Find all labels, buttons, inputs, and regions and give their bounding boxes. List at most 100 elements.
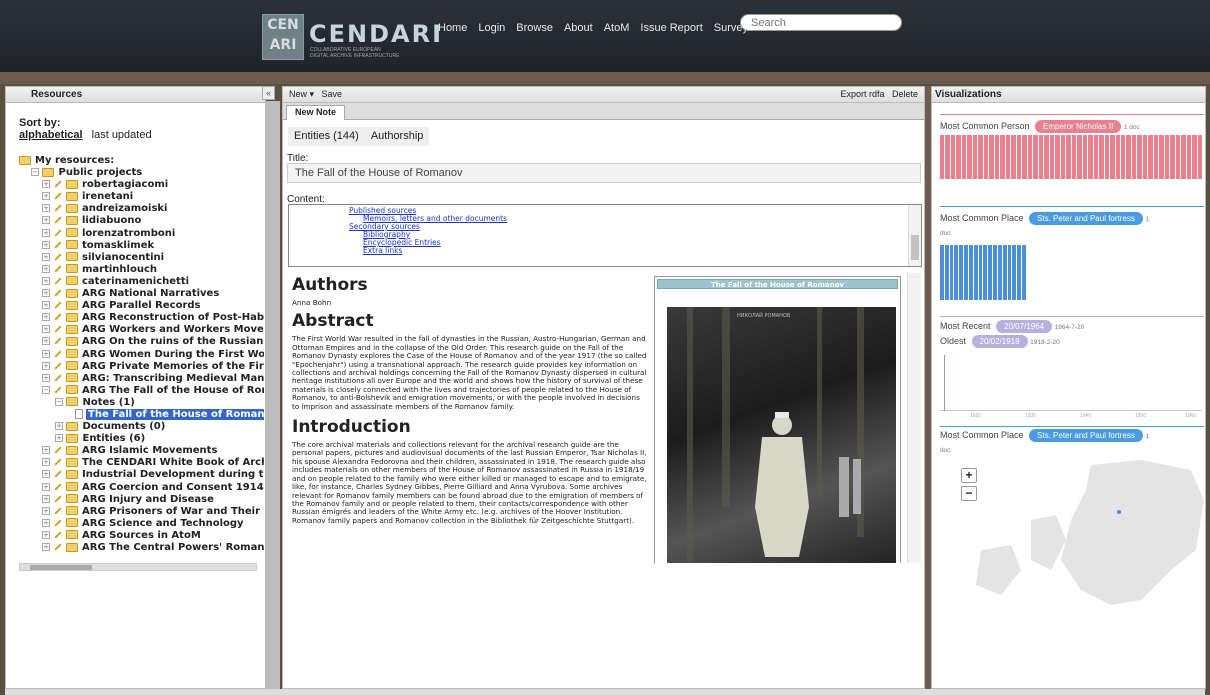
tree-node[interactable]: + ARG Sources in AtoM <box>19 530 264 542</box>
expand-toggle-icon[interactable]: + <box>42 313 50 322</box>
expand-toggle-icon[interactable]: + <box>42 349 50 358</box>
edit-pencil-icon[interactable] <box>54 313 62 321</box>
expand-toggle-icon[interactable]: + <box>42 301 50 310</box>
export-rdfa-button[interactable]: Export rdfa <box>840 89 884 99</box>
edit-pencil-icon[interactable] <box>54 531 62 539</box>
tree-node[interactable]: + silvianocentini <box>19 252 264 264</box>
expand-toggle-icon[interactable]: + <box>42 252 50 261</box>
edit-pencil-icon[interactable] <box>54 253 62 261</box>
edit-pencil-icon[interactable] <box>54 470 62 478</box>
sort-alphabetical-link[interactable]: alphabetical <box>19 129 83 141</box>
edit-pencil-icon[interactable] <box>54 374 62 382</box>
toc-link[interactable]: Secondary sources <box>349 223 921 231</box>
tree-node[interactable]: + ARG Injury and Disease <box>19 494 264 506</box>
expand-toggle-icon[interactable]: + <box>42 446 50 455</box>
figure-box[interactable]: The Fall of the House of Romanov НИКОЛАЙ… <box>654 276 901 563</box>
edit-pencil-icon[interactable] <box>54 337 62 345</box>
tree-node[interactable]: + ARG Reconstruction of Post-Habsbu <box>19 312 264 324</box>
expand-toggle-icon[interactable]: + <box>42 458 50 467</box>
tree-node[interactable]: + robertagiacomi <box>19 179 264 191</box>
zoom-in-button[interactable]: + <box>961 468 977 483</box>
collapse-panel-icon[interactable]: « <box>262 86 275 100</box>
europe-map[interactable]: + − <box>941 460 1204 605</box>
edit-pencil-icon[interactable] <box>54 192 62 200</box>
expand-toggle-icon[interactable]: − <box>55 397 63 406</box>
person-badge[interactable]: Emperor Nicholas II <box>1035 120 1122 133</box>
tree-node[interactable]: − Public projects <box>19 167 264 179</box>
expand-toggle-icon[interactable]: + <box>42 204 50 213</box>
edit-pencil-icon[interactable] <box>54 519 62 527</box>
tab-new-note[interactable]: New Note <box>286 105 346 120</box>
expand-toggle-icon[interactable]: − <box>42 385 50 394</box>
nav-home[interactable]: Home <box>438 22 467 34</box>
edit-pencil-icon[interactable] <box>54 204 62 212</box>
tree-node[interactable]: + ARG: Transcribing Medieval Manusc <box>19 373 264 385</box>
new-menu-button[interactable]: New ▾ <box>289 89 314 99</box>
nav-login[interactable]: Login <box>478 22 505 34</box>
expand-toggle-icon[interactable]: + <box>42 506 50 515</box>
tree-node[interactable]: + irenetani <box>19 191 264 203</box>
expand-toggle-icon[interactable]: + <box>42 192 50 201</box>
edit-pencil-icon[interactable] <box>54 495 62 503</box>
edit-pencil-icon[interactable] <box>54 362 62 370</box>
tree-node[interactable]: + ARG Parallel Records <box>19 300 264 312</box>
expand-toggle-icon[interactable]: − <box>31 168 39 177</box>
edit-pencil-icon[interactable] <box>54 446 62 454</box>
recent-badge[interactable]: 20/07/1964 <box>996 320 1053 333</box>
expand-toggle-icon[interactable]: + <box>42 361 50 370</box>
edit-pencil-icon[interactable] <box>54 325 62 333</box>
tree-node[interactable]: + andreizamoiski <box>19 203 264 215</box>
expand-toggle-icon[interactable]: + <box>42 216 50 225</box>
nav-issue-report[interactable]: Issue Report <box>640 22 702 34</box>
tree-node[interactable]: + tomasklimek <box>19 240 264 252</box>
tree-node[interactable]: + ARG Workers and Workers Moveme <box>19 324 264 336</box>
toc-link[interactable]: Bibliography <box>363 231 921 239</box>
tree-node[interactable]: + ARG On the ruins of the Russian Em <box>19 336 264 348</box>
edit-pencil-icon[interactable] <box>54 458 62 466</box>
expand-toggle-icon[interactable]: + <box>42 482 50 491</box>
note-body[interactable]: Authors Anna Bohn Abstract The First Wor… <box>288 273 922 563</box>
delete-button[interactable]: Delete <box>892 89 918 99</box>
place-badge[interactable]: Sts. Peter and Paul fortress <box>1029 212 1143 225</box>
expand-toggle-icon[interactable]: + <box>42 494 50 503</box>
expand-toggle-icon[interactable]: + <box>42 240 50 249</box>
nav-browse[interactable]: Browse <box>516 22 553 34</box>
expand-toggle-icon[interactable]: + <box>42 264 50 273</box>
nav-about[interactable]: About <box>564 22 593 34</box>
toc-link[interactable]: Encyclopedic Entries <box>363 239 921 247</box>
toc-link[interactable]: Extra links <box>363 247 921 255</box>
cendari-logo-icon[interactable]: CEN ARI <box>262 14 304 60</box>
tab-authorship[interactable]: Authorship <box>365 127 430 146</box>
sort-last-updated-link[interactable]: last updated <box>92 129 152 141</box>
tree-node[interactable]: + ARG Women During the First World <box>19 349 264 361</box>
expand-toggle-icon[interactable]: + <box>42 470 50 479</box>
expand-toggle-icon[interactable]: + <box>42 518 50 527</box>
edit-pencil-icon[interactable] <box>54 216 62 225</box>
expand-toggle-icon[interactable]: + <box>42 289 50 298</box>
body-scrollbar[interactable] <box>907 273 921 563</box>
edit-pencil-icon[interactable] <box>54 507 62 515</box>
search-input[interactable] <box>740 14 902 31</box>
edit-pencil-icon[interactable] <box>54 180 62 188</box>
edit-pencil-icon[interactable] <box>54 482 62 491</box>
edit-pencil-icon[interactable] <box>54 229 62 237</box>
tree-node[interactable]: + martinhlouch <box>19 264 264 276</box>
tree-node[interactable]: + The CENDARI White Book of Archive <box>19 457 264 469</box>
tree-horizontal-scrollbar[interactable] <box>19 563 257 571</box>
tree-node[interactable]: + ARG Private Memories of the First W <box>19 361 264 373</box>
zoom-out-button[interactable]: − <box>961 486 977 501</box>
edit-pencil-icon[interactable] <box>54 241 62 249</box>
edit-pencil-icon[interactable] <box>54 289 62 297</box>
tree-node[interactable]: + ARG The Central Powers' Romanian <box>19 542 264 554</box>
edit-pencil-icon[interactable] <box>54 349 62 358</box>
edit-pencil-icon[interactable] <box>54 301 62 309</box>
expand-toggle-icon[interactable]: + <box>55 434 63 443</box>
tree-node[interactable]: + Entities (6) <box>19 433 264 445</box>
toc-scrollbar[interactable] <box>908 205 921 266</box>
place-badge[interactable]: Sts. Peter and Paul fortress <box>1029 429 1143 442</box>
edit-pencil-icon[interactable] <box>54 386 62 394</box>
expand-toggle-icon[interactable]: + <box>42 180 50 189</box>
tree-node[interactable]: − ARG The Fall of the House of Romar <box>19 385 264 397</box>
page-horizontal-scrollbar[interactable] <box>5 689 1205 695</box>
tree-node[interactable]: + ARG Coercion and Consent 1914-19 <box>19 482 264 494</box>
